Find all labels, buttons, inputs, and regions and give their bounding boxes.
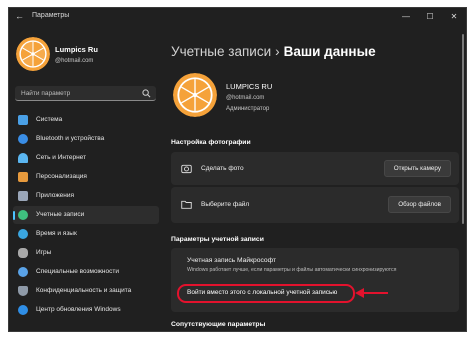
sidebar-item-system[interactable]: Система <box>13 111 159 129</box>
search-placeholder: Найти параметр <box>21 90 71 97</box>
breadcrumb-parent[interactable]: Учетные записи <box>171 44 271 59</box>
take-photo-row: Сделать фото Открыть камеру <box>171 152 459 185</box>
brush-icon <box>18 172 28 182</box>
monitor-icon <box>18 115 28 125</box>
title-bar: ← Параметры — ☐ ✕ <box>9 8 466 26</box>
minimize-button[interactable]: — <box>394 8 418 26</box>
microsoft-account-title: Учетная запись Майкрософт <box>187 257 277 264</box>
sidebar-item-label: Учетные записи <box>36 211 85 218</box>
sidebar-item-network[interactable]: Сеть и Интернет <box>13 149 159 167</box>
search-input[interactable]: Найти параметр <box>15 86 156 101</box>
sidebar-item-label: Система <box>36 116 63 123</box>
page-title: Ваши данные <box>283 44 376 59</box>
profile-avatar <box>173 73 217 117</box>
arrow-left-icon <box>355 288 388 298</box>
profile-email: @hotmail.com <box>226 95 265 101</box>
globe-icon <box>18 229 28 239</box>
gamepad-icon <box>18 248 28 258</box>
folder-icon <box>181 200 192 209</box>
sidebar-item-label: Персонализация <box>36 173 87 180</box>
sidebar-nav: Система Bluetooth и устройства Сеть и Ин… <box>13 111 159 320</box>
sidebar-item-label: Сеть и Интернет <box>36 154 87 161</box>
sidebar-item-label: Игры <box>36 249 52 256</box>
profile-name: LUMPICS RU <box>226 82 273 91</box>
scrollbar[interactable] <box>462 34 464 224</box>
sidebar-item-label: Bluetooth и устройства <box>36 135 105 142</box>
take-photo-label: Сделать фото <box>201 165 244 172</box>
window-controls: — ☐ ✕ <box>394 8 466 26</box>
update-icon <box>18 305 28 315</box>
browse-files-button[interactable]: Обзор файлов <box>388 196 451 213</box>
account-section-title: Параметры учетной записи <box>171 236 264 243</box>
sidebar-item-label: Центр обновления Windows <box>36 306 121 313</box>
sidebar-item-windows-update[interactable]: Центр обновления Windows <box>13 301 159 319</box>
wifi-icon <box>18 153 28 163</box>
breadcrumb: Учетные записи › Ваши данные <box>171 44 376 59</box>
sidebar-item-accessibility[interactable]: Специальные возможности <box>13 263 159 281</box>
bluetooth-icon <box>18 134 28 144</box>
related-section-title: Сопутствующие параметры <box>171 321 266 328</box>
sidebar-item-accounts[interactable]: Учетные записи <box>13 206 159 224</box>
microsoft-account-description: Windows работает лучше, если параметры и… <box>187 267 397 273</box>
sidebar-item-privacy[interactable]: Конфиденциальность и защита <box>13 282 159 300</box>
search-icon[interactable] <box>142 89 151 98</box>
shield-icon <box>18 286 28 296</box>
close-button[interactable]: ✕ <box>442 8 466 26</box>
active-indicator <box>13 211 15 220</box>
sidebar-item-label: Время и язык <box>36 230 77 237</box>
maximize-button[interactable]: ☐ <box>418 8 442 26</box>
sidebar-item-label: Приложения <box>36 192 75 199</box>
user-icon <box>18 210 28 220</box>
settings-window: ← Параметры — ☐ ✕ Lumpics Ru @hotmail.co… <box>8 7 467 332</box>
user-name: Lumpics Ru <box>55 45 98 54</box>
back-button[interactable]: ← <box>15 11 24 21</box>
choose-file-label: Выберите файл <box>201 201 250 208</box>
apps-icon <box>18 191 28 201</box>
sidebar-item-bluetooth[interactable]: Bluetooth и устройства <box>13 130 159 148</box>
open-camera-button[interactable]: Открыть камеру <box>383 160 451 177</box>
sidebar-item-time-language[interactable]: Время и язык <box>13 225 159 243</box>
sidebar-item-gaming[interactable]: Игры <box>13 244 159 262</box>
choose-file-row: Выберите файл Обзор файлов <box>171 187 459 223</box>
sidebar-item-personalization[interactable]: Персонализация <box>13 168 159 186</box>
photo-section-title: Настройка фотографии <box>171 139 251 146</box>
avatar <box>16 37 50 71</box>
sidebar-item-label: Специальные возможности <box>36 268 119 275</box>
camera-icon <box>181 164 192 174</box>
highlight-outline <box>177 284 355 303</box>
window-title: Параметры <box>32 12 70 19</box>
sidebar-item-label: Конфиденциальность и защита <box>36 287 132 294</box>
user-email: @hotmail.com <box>55 58 94 64</box>
chevron-right-icon: › <box>275 44 280 59</box>
accessibility-icon <box>18 267 28 277</box>
profile-role: Администратор <box>226 106 270 112</box>
sidebar-item-apps[interactable]: Приложения <box>13 187 159 205</box>
